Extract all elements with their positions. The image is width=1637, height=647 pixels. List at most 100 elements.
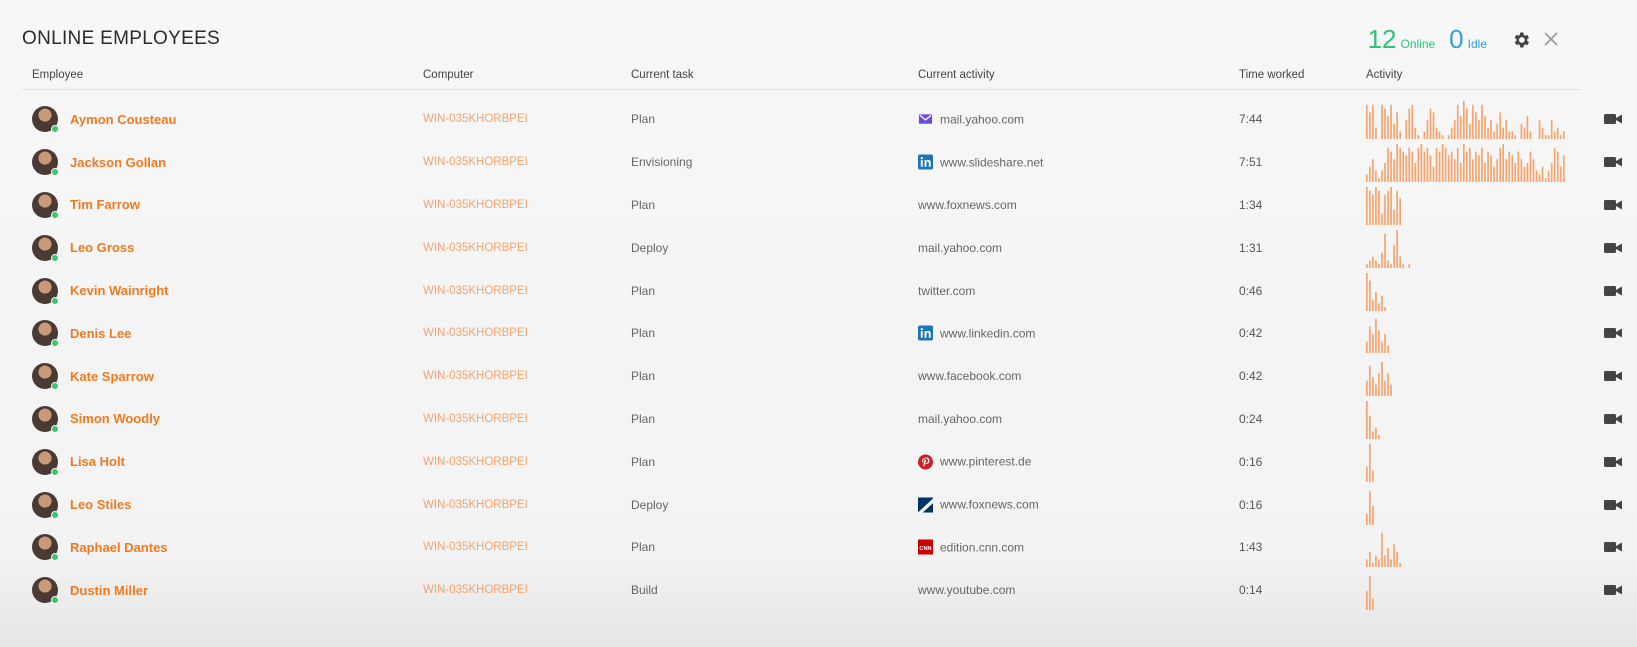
table-row[interactable]: Kevin Wainright WIN-035KHORBPEI Plan twi… bbox=[0, 269, 1637, 312]
employee-name[interactable]: Aymon Cousteau bbox=[70, 112, 176, 127]
employee-name[interactable]: Leo Gross bbox=[70, 240, 134, 255]
activity-bar bbox=[1493, 166, 1495, 183]
activity-bar bbox=[1396, 229, 1398, 268]
avatar bbox=[32, 363, 59, 391]
online-count: 12 bbox=[1367, 24, 1397, 54]
activity-bar bbox=[1378, 559, 1380, 568]
activity-bar bbox=[1441, 135, 1444, 140]
activity-bar bbox=[1369, 190, 1371, 225]
video-camera-icon[interactable] bbox=[1604, 413, 1622, 425]
table-row[interactable]: Tim Farrow WIN-035KHORBPEI Plan www.foxn… bbox=[0, 184, 1637, 227]
activity-bar bbox=[1378, 178, 1380, 183]
computer-name: WIN-035KHORBPEI bbox=[423, 455, 528, 468]
activity-bar bbox=[1396, 190, 1398, 225]
video-camera-icon[interactable] bbox=[1604, 199, 1622, 211]
avatar bbox=[32, 491, 59, 519]
activity-bar bbox=[1384, 380, 1386, 397]
employee-name[interactable]: Kate Sparrow bbox=[70, 369, 154, 384]
activity-bar bbox=[1384, 233, 1386, 268]
employee-name[interactable]: Jackson Gollan bbox=[70, 155, 166, 170]
table-row[interactable]: Raphael Dantes WIN-035KHORBPEI Plan CNN e… bbox=[0, 526, 1637, 569]
online-status-dot bbox=[51, 553, 59, 562]
video-camera-icon[interactable] bbox=[1604, 156, 1622, 168]
table-row[interactable]: Leo Stiles WIN-035KHORBPEI Deploy www.fo… bbox=[0, 483, 1637, 526]
activity-bar bbox=[1556, 151, 1559, 183]
computer-name: WIN-035KHORBPEI bbox=[423, 113, 528, 126]
online-status-dot bbox=[51, 596, 59, 605]
activity-bar bbox=[1490, 155, 1492, 183]
table-row[interactable]: Simon Woodly WIN-035KHORBPEI Plan mail.y… bbox=[0, 398, 1637, 441]
table-header: Employee Computer Current task Current a… bbox=[22, 66, 1581, 90]
activity-bar bbox=[1372, 194, 1374, 225]
employee-name[interactable]: Lisa Holt bbox=[70, 454, 125, 469]
activity-bar bbox=[1390, 384, 1392, 397]
avatar bbox=[32, 448, 59, 476]
employee-name[interactable]: Raphael Dantes bbox=[70, 540, 168, 555]
activity-bar bbox=[1375, 555, 1377, 568]
video-camera-icon[interactable] bbox=[1604, 327, 1622, 339]
activity-bar bbox=[1532, 159, 1535, 183]
video-camera-icon[interactable] bbox=[1604, 584, 1622, 596]
col-employee[interactable]: Employee bbox=[32, 69, 83, 81]
table-row[interactable]: Leo Gross WIN-035KHORBPEI Deploy mail.ya… bbox=[0, 226, 1637, 269]
table-row[interactable]: Jackson Gollan WIN-035KHORBPEI Envisioni… bbox=[0, 141, 1637, 184]
activity-bar bbox=[1366, 400, 1368, 439]
activity-chart bbox=[1366, 400, 1380, 439]
activity-bar bbox=[1408, 263, 1411, 268]
col-time-worked[interactable]: Time worked bbox=[1239, 69, 1304, 81]
activity-bar bbox=[1381, 105, 1383, 140]
online-status-dot bbox=[51, 296, 59, 305]
activity-bar bbox=[1544, 135, 1547, 140]
col-activity[interactable]: Activity bbox=[1366, 69, 1402, 81]
pinterest-icon bbox=[918, 454, 933, 470]
col-current-task[interactable]: Current task bbox=[631, 69, 694, 81]
activity-bar bbox=[1505, 159, 1508, 183]
current-task: Envisioning bbox=[631, 155, 693, 170]
employee-name[interactable]: Simon Woodly bbox=[70, 411, 160, 426]
online-employees-panel: ONLINE EMPLOYEES 12 Online 0 Idle Employ… bbox=[0, 0, 1637, 647]
video-camera-icon[interactable] bbox=[1604, 285, 1622, 297]
current-task: Plan bbox=[631, 112, 656, 127]
video-camera-icon[interactable] bbox=[1604, 370, 1622, 382]
activity-bar bbox=[1429, 108, 1432, 140]
activity-bar bbox=[1466, 151, 1468, 183]
activity-bar bbox=[1372, 159, 1374, 183]
time-worked: 1:34 bbox=[1239, 197, 1263, 212]
gear-icon[interactable] bbox=[1511, 30, 1531, 50]
employee-name[interactable]: Kevin Wainright bbox=[70, 283, 168, 298]
employee-name[interactable]: Denis Lee bbox=[70, 326, 131, 341]
employee-name[interactable]: Dustin Miller bbox=[70, 583, 148, 598]
time-worked: 1:31 bbox=[1239, 240, 1263, 255]
employee-name[interactable]: Leo Stiles bbox=[70, 497, 131, 512]
online-status-dot bbox=[51, 168, 59, 177]
activity-bar bbox=[1390, 186, 1392, 225]
video-camera-icon[interactable] bbox=[1604, 541, 1622, 553]
activity-bar bbox=[1393, 159, 1395, 183]
table-row[interactable]: Dustin Miller WIN-035KHORBPEI Build www.… bbox=[0, 569, 1637, 612]
col-computer[interactable]: Computer bbox=[423, 69, 474, 81]
activity-bar bbox=[1387, 373, 1389, 397]
employee-cell: Leo Stiles bbox=[32, 491, 131, 519]
col-current-activity[interactable]: Current activity bbox=[918, 69, 995, 81]
table-row[interactable]: Kate Sparrow WIN-035KHORBPEI Plan www.fa… bbox=[0, 355, 1637, 398]
activity-bar bbox=[1366, 380, 1368, 397]
video-camera-icon[interactable] bbox=[1604, 456, 1622, 468]
table-row[interactable]: Lisa Holt WIN-035KHORBPEI Plan www.pinte… bbox=[0, 440, 1637, 483]
video-camera-icon[interactable] bbox=[1604, 113, 1622, 125]
close-icon[interactable] bbox=[1543, 31, 1559, 47]
video-camera-icon[interactable] bbox=[1604, 499, 1622, 511]
video-camera-icon[interactable] bbox=[1604, 242, 1622, 254]
employee-name[interactable]: Tim Farrow bbox=[70, 197, 140, 212]
activity-bar bbox=[1438, 151, 1441, 183]
activity-bar bbox=[1456, 147, 1459, 183]
activity-bar bbox=[1369, 280, 1371, 311]
activity-bar bbox=[1387, 147, 1389, 183]
activity-bar bbox=[1381, 213, 1383, 225]
activity-bar bbox=[1372, 563, 1374, 568]
current-activity: www.facebook.com bbox=[918, 369, 1022, 384]
current-task: Plan bbox=[631, 369, 656, 384]
activity-bar bbox=[1499, 112, 1501, 140]
table-row[interactable]: Aymon Cousteau WIN-035KHORBPEI Plan mail… bbox=[0, 98, 1637, 141]
table-row[interactable]: Denis Lee WIN-035KHORBPEI Plan www.linke… bbox=[0, 312, 1637, 355]
activity-bar bbox=[1547, 135, 1550, 140]
